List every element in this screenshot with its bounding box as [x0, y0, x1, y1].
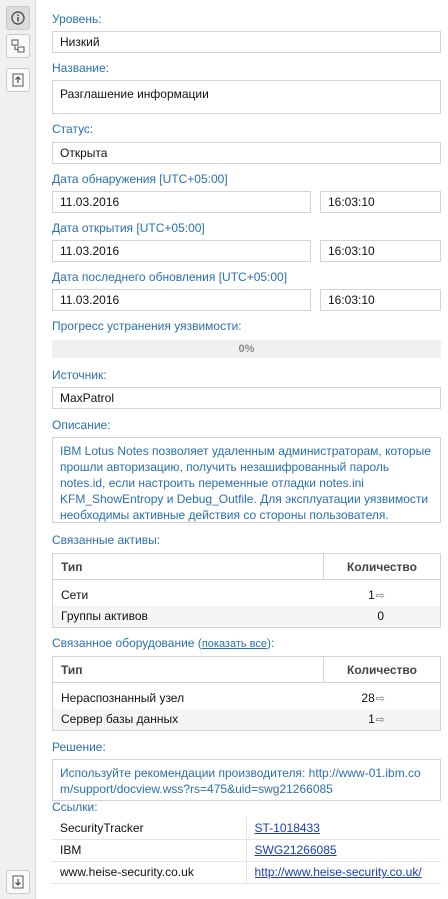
arrow-right-icon[interactable]: ⇨: [376, 714, 385, 726]
level-label: Уровень:: [52, 12, 102, 26]
progress-label: Прогресс устранения уязвимости:: [52, 319, 242, 333]
updated-date-field[interactable]: 11.03.2016: [52, 289, 311, 311]
table-row[interactable]: Сервер базы данных 1⇨: [52, 708, 441, 731]
assets-label: Связанные активы:: [52, 533, 161, 547]
link-source: www.heise-security.co.uk: [52, 861, 246, 884]
links-label: Ссылки:: [52, 800, 98, 814]
detect-date-field[interactable]: 11.03.2016: [52, 191, 311, 213]
open-date-label: Дата открытия [UTC+05:00]: [52, 221, 205, 235]
upload-icon[interactable]: [6, 68, 30, 92]
table-row: www.heise-security.co.uk http://www.heis…: [52, 861, 441, 884]
asset-qty: 0: [323, 605, 441, 628]
updated-date-label: Дата последнего обновления [UTC+05:00]: [52, 270, 288, 284]
updated-time-field[interactable]: 16:03:10: [320, 289, 441, 311]
arrow-right-icon[interactable]: ⇨: [376, 693, 385, 705]
source-field[interactable]: MaxPatrol: [52, 387, 441, 409]
equipment-type: Нераспознанный узел: [61, 690, 185, 705]
detect-time-field[interactable]: 16:03:10: [320, 191, 441, 213]
equipment-qty[interactable]: 1⇨: [323, 708, 441, 731]
equipment-qty[interactable]: 28⇨: [324, 683, 441, 709]
progress-bar: 0%: [52, 340, 441, 358]
equipment-col-type[interactable]: Тип: [52, 656, 324, 683]
link-source: IBM: [52, 839, 246, 862]
arrow-right-icon[interactable]: ⇨: [376, 590, 385, 602]
assets-table: Тип Количество Сети 1⇨ Группы активов 0: [52, 553, 441, 628]
equipment-col-qty[interactable]: Количество: [323, 656, 441, 683]
asset-type: Сети: [61, 587, 89, 602]
show-all-link[interactable]: показать все: [202, 638, 267, 650]
reference-link[interactable]: http://www.heise-security.co.uk/: [255, 865, 422, 879]
status-label: Статус:: [52, 122, 94, 136]
link-source: SecurityTracker: [52, 817, 246, 840]
equipment-label: Связанное оборудование (показать все):: [52, 636, 275, 650]
open-time-field[interactable]: 16:03:10: [320, 240, 441, 262]
link-ref: SWG21266085: [245, 839, 441, 862]
table-row[interactable]: Сети 1⇨: [53, 580, 441, 606]
table-row[interactable]: Нераспознанный узел 28⇨: [53, 683, 441, 709]
table-row: SecurityTracker ST-1018433: [52, 817, 441, 840]
status-field[interactable]: Открыта: [52, 142, 441, 164]
solution-label: Решение:: [52, 740, 106, 754]
link-ref: http://www.heise-security.co.uk/: [245, 861, 441, 884]
side-toolbar: [0, 0, 36, 899]
info-icon[interactable]: [6, 6, 30, 30]
description-label: Описание:: [52, 418, 111, 432]
equipment-table: Тип Количество Нераспознанный узел 28⇨ С…: [52, 656, 441, 731]
detect-date-label: Дата обнаружения [UTC+05:00]: [52, 172, 228, 186]
reference-link[interactable]: ST-1018433: [255, 821, 320, 835]
description-text: IBM Lotus Notes позволяет удаленным адми…: [52, 437, 441, 523]
hierarchy-icon[interactable]: [6, 34, 30, 58]
solution-text: Используйте рекомендации производителя: …: [52, 759, 441, 801]
link-ref: ST-1018433: [245, 817, 441, 840]
assets-col-type[interactable]: Тип: [52, 553, 324, 580]
asset-type: Группы активов: [52, 605, 324, 628]
table-row: IBM SWG21266085: [52, 839, 441, 862]
level-field[interactable]: Низкий: [52, 31, 441, 53]
links-table: SecurityTracker ST-1018433 IBM SWG212660…: [52, 817, 441, 884]
assets-col-qty[interactable]: Количество: [323, 553, 441, 580]
asset-qty[interactable]: 1⇨: [324, 580, 441, 606]
source-label: Источник:: [52, 368, 107, 382]
reference-link[interactable]: SWG21266085: [255, 843, 337, 857]
name-label: Название:: [52, 61, 109, 75]
open-date-field[interactable]: 11.03.2016: [52, 240, 311, 262]
name-field[interactable]: Разглашение информации: [52, 80, 441, 114]
table-row[interactable]: Группы активов 0: [52, 605, 441, 628]
download-icon[interactable]: [6, 870, 30, 894]
equipment-type: Сервер базы данных: [52, 708, 324, 731]
